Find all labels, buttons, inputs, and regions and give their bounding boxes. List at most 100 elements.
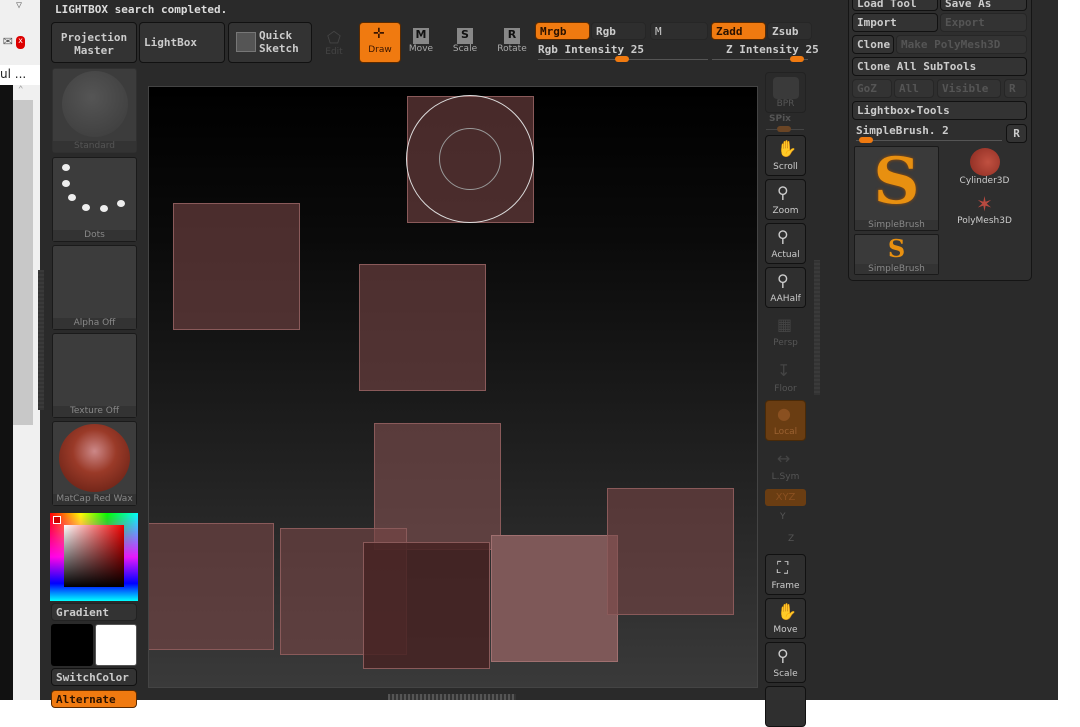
material-selector[interactable]: MatCap Red Wax	[52, 421, 137, 506]
all-button[interactable]: All	[894, 79, 934, 98]
frame-button[interactable]: ⛶ Frame	[765, 554, 806, 595]
import-button[interactable]: Import	[852, 13, 938, 32]
clone-all-subtools-button[interactable]: Clone All SubTools	[852, 57, 1027, 76]
color-picker[interactable]	[50, 513, 138, 601]
visible-button[interactable]: Visible	[937, 79, 1001, 98]
tab-text[interactable]: ul ...	[0, 65, 40, 85]
edit-tool[interactable]: ⬠ Edit	[313, 28, 355, 57]
save-as-button[interactable]: Save As	[940, 0, 1027, 11]
z-rotate-button[interactable]: Z	[788, 534, 794, 544]
right-tray-toggle[interactable]	[814, 260, 820, 395]
make-polymesh-button[interactable]: Make PolyMesh3D	[896, 35, 1027, 54]
left-tray-toggle[interactable]	[38, 270, 44, 410]
actual-button[interactable]: ⚲ Actual	[765, 223, 806, 264]
xyz-button[interactable]: XYZ	[765, 489, 806, 506]
brush-stroke	[149, 523, 274, 650]
scrollbar[interactable]: ⌃	[13, 85, 33, 700]
m-button[interactable]: M	[650, 22, 708, 40]
rgb-intensity-label: Rgb Intensity 25	[538, 43, 644, 56]
actual-size-icon: ⚲	[777, 227, 789, 246]
persp-button[interactable]: ▦ Persp	[765, 311, 806, 352]
rgb-intensity-slider[interactable]	[538, 56, 708, 62]
lsym-button[interactable]: ↔ L.Sym	[765, 445, 806, 486]
y-rotate-button[interactable]: Y	[780, 512, 786, 522]
clone-button[interactable]: Clone	[852, 35, 894, 54]
move-tool[interactable]: M Move	[400, 28, 442, 54]
aahalf-icon: ⚲	[777, 271, 789, 290]
perspective-grid-icon: ▦	[777, 315, 793, 334]
brush-stroke	[363, 542, 490, 669]
scale-icon: S	[457, 28, 473, 44]
z-intensity-slider[interactable]	[712, 56, 808, 62]
rotate-tool[interactable]: R Rotate	[491, 28, 533, 54]
secondary-color-swatch[interactable]	[95, 624, 137, 666]
aahalf-button[interactable]: ⚲ AAHalf	[765, 267, 806, 308]
canvas-bottom-handle[interactable]	[388, 694, 516, 700]
zsub-button[interactable]: Zsub	[767, 22, 812, 40]
slider-knob[interactable]	[790, 56, 804, 62]
rotate-view-button[interactable]	[765, 686, 806, 727]
current-tool-label: SimpleBrush. 2	[856, 124, 949, 137]
lightbox-tools-button[interactable]: Lightbox▸Tools	[852, 101, 1027, 120]
goz-button[interactable]: GoZ	[852, 79, 892, 98]
bpr-button[interactable]: BPR	[765, 72, 806, 113]
mail-error-icon[interactable]: ✉ x	[3, 30, 25, 49]
brush-selector[interactable]: Standard	[52, 68, 137, 153]
tool-thumb-simplebrush[interactable]: S SimpleBrush	[854, 146, 939, 231]
primary-color-swatch[interactable]	[51, 624, 93, 666]
scale-magnifier-icon: ⚲	[777, 646, 789, 665]
spix-slider[interactable]	[766, 126, 804, 132]
mrgb-button[interactable]: Mrgb	[535, 22, 590, 40]
alpha-selector[interactable]: Alpha Off	[52, 245, 137, 330]
main-color-swatch[interactable]	[53, 516, 61, 524]
tool-thumb-polymesh3d[interactable]: ✶ PolyMesh3D	[942, 190, 1027, 231]
slider-knob[interactable]	[615, 56, 629, 62]
cylinder-icon	[969, 148, 1000, 176]
switch-color-button[interactable]: SwitchColor	[51, 668, 137, 686]
local-symmetry-icon: ↔	[777, 449, 791, 468]
zoom-button[interactable]: ⚲ Zoom	[765, 179, 806, 220]
spix-label: SPix	[769, 114, 791, 124]
quick-sketch-icon	[236, 32, 256, 52]
tool-r-button[interactable]: R	[1006, 124, 1027, 143]
slider-knob[interactable]	[859, 137, 873, 143]
brush-stroke	[359, 264, 486, 391]
move-view-button[interactable]: ✋ Move	[765, 598, 806, 639]
scale-tool[interactable]: S Scale	[444, 28, 486, 54]
tool-thumb-cylinder3d[interactable]: Cylinder3D	[942, 146, 1027, 189]
move-icon: M	[413, 28, 429, 44]
local-button[interactable]: ● Local	[765, 400, 806, 441]
alternate-button[interactable]: Alternate	[51, 690, 137, 708]
draw-icon: ✛	[373, 26, 385, 42]
rgb-button[interactable]: Rgb	[591, 22, 646, 40]
star-icon: ✶	[977, 189, 992, 217]
scroll-button[interactable]: ✋ Scroll	[765, 135, 806, 176]
brush-stroke	[491, 535, 618, 662]
simplebrush-s-icon: S	[887, 234, 906, 263]
projection-master-button[interactable]: Projection Master	[51, 22, 137, 63]
brush-cursor-inner	[439, 128, 501, 190]
document-canvas[interactable]	[148, 86, 758, 688]
texture-selector[interactable]: Texture Off	[52, 333, 137, 418]
lightbox-button[interactable]: LightBox	[139, 22, 225, 63]
tool-slider[interactable]	[856, 137, 1002, 143]
draw-tool[interactable]: ✛ Draw	[359, 22, 401, 63]
floor-button[interactable]: ↧ Floor	[765, 357, 806, 398]
quick-sketch-button[interactable]: Quick Sketch	[228, 22, 312, 63]
tool-thumb-simplebrush-small[interactable]: S SimpleBrush	[854, 234, 939, 275]
zadd-button[interactable]: Zadd	[711, 22, 766, 40]
status-message: LIGHTBOX search completed.	[55, 3, 228, 16]
goz-r-button[interactable]: R	[1004, 79, 1027, 98]
zoom-magnifier-icon: ⚲	[777, 183, 789, 202]
export-button[interactable]: Export	[940, 13, 1027, 32]
frame-icon: ⛶	[777, 558, 789, 577]
chevron-down-icon[interactable]: ▽	[16, 0, 22, 11]
z-intensity-label: Z Intensity 25	[726, 43, 819, 56]
scale-view-button[interactable]: ⚲ Scale	[765, 642, 806, 683]
floor-icon: ↧	[777, 361, 791, 380]
brush-stroke	[173, 203, 300, 330]
load-tool-button[interactable]: Load Tool	[852, 0, 938, 11]
slider-knob[interactable]	[777, 126, 791, 132]
stroke-selector[interactable]: Dots	[52, 157, 137, 242]
gradient-button[interactable]: Gradient	[51, 603, 137, 621]
